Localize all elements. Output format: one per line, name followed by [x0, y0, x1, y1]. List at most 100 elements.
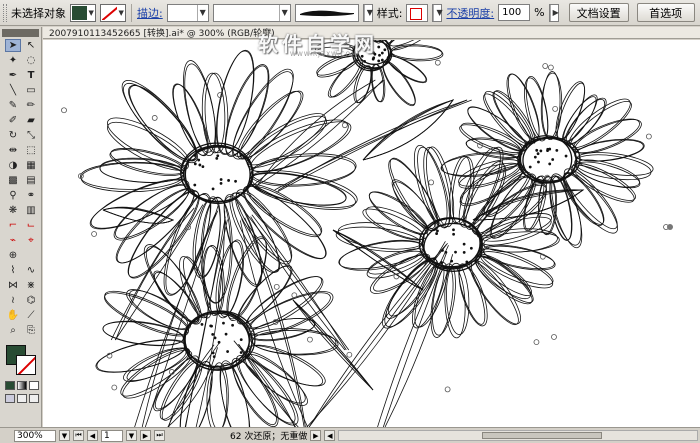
shape-builder-icon[interactable]: ◑	[5, 159, 21, 172]
gradient-mode-icon[interactable]	[17, 381, 27, 390]
column-graph-icon[interactable]: ▥	[23, 204, 39, 217]
knife-icon[interactable]: ⟋	[23, 309, 39, 322]
tool-grid: ➤ ↖ ✦ ◌ ✒ T ╲ ▭ ✎ ✏ ✐ ▰ ↻ ⤡ ⇹ ⬚ ◑ ▦ ▩ ▤ …	[0, 39, 41, 337]
style-dropdown[interactable]: ▼	[432, 3, 443, 22]
preferences-button[interactable]: 首选项	[636, 3, 695, 22]
pucker-icon[interactable]: ⋈	[5, 279, 21, 292]
brush-dropdown[interactable]: ▼	[362, 3, 373, 22]
draw-behind-icon[interactable]	[17, 394, 27, 403]
chevron-down-icon: ▼	[363, 4, 373, 21]
stroke-label[interactable]: 描边:	[137, 5, 163, 21]
status-menu-icon[interactable]: ▶	[310, 430, 322, 441]
gradient-icon[interactable]: ▤	[23, 174, 39, 187]
brush-stroke-icon	[299, 10, 354, 16]
zoom-icon[interactable]: ⌕	[5, 324, 21, 337]
separator	[131, 3, 132, 22]
warp-icon[interactable]: ⌇	[5, 264, 21, 277]
chevron-down-icon: ▼	[433, 4, 443, 21]
draw-inside-icon[interactable]	[29, 394, 39, 403]
magic-wand-icon[interactable]: ✦	[5, 54, 21, 67]
hand-icon[interactable]: ✋	[5, 309, 21, 322]
chevron-right-icon: ▶	[549, 4, 559, 21]
chevron-down-icon: ▼	[118, 8, 124, 17]
slice-icon[interactable]: ⌙	[23, 219, 39, 232]
scallop-icon[interactable]: ≀	[5, 294, 21, 307]
none-mode-icon[interactable]	[29, 381, 39, 390]
document-title: 20079101134526​65 [转换].ai* @ 300% (RGB/轮…	[49, 29, 275, 39]
live-paint-selection-icon[interactable]: ⌖	[23, 234, 39, 247]
draw-mode-row	[0, 394, 41, 403]
blob-brush-icon[interactable]: ✐	[5, 114, 21, 127]
eyedropper-icon[interactable]: ⚲	[5, 189, 21, 202]
chevron-down-icon: ▼	[278, 4, 288, 21]
scale-icon[interactable]: ⤡	[23, 129, 39, 142]
variable-width-select[interactable]: ▼	[212, 3, 291, 22]
style-label: 样式:	[376, 6, 403, 20]
selection-arrow-icon[interactable]: ➤	[5, 39, 21, 52]
paintbrush-icon[interactable]: ✎	[5, 99, 21, 112]
artboard-dropdown-icon[interactable]: ▼	[126, 430, 137, 441]
perspective-grid-icon[interactable]: ▦	[23, 159, 39, 172]
none-swatch-icon	[102, 5, 118, 20]
type-icon[interactable]: T	[23, 69, 39, 82]
direct-selection-icon[interactable]: ↖	[23, 39, 39, 52]
brush-definition-select[interactable]	[294, 3, 359, 22]
document-setup-button[interactable]: 文档设置	[568, 3, 629, 22]
crystallize-icon[interactable]: ⌬	[23, 294, 39, 307]
daisy-outline-artwork	[61, 40, 673, 427]
prev-artboard-icon[interactable]: ◀	[87, 430, 98, 441]
fill-stroke-control[interactable]	[4, 343, 40, 377]
pencil-icon[interactable]: ✏	[23, 99, 39, 112]
scroll-left-icon[interactable]: ◀	[324, 430, 336, 441]
color-mode-row	[0, 381, 41, 390]
eraser-icon[interactable]: ▰	[23, 114, 39, 127]
selection-status-label: 未选择对象	[11, 6, 66, 20]
live-paint-icon[interactable]: ⌁	[5, 234, 21, 247]
pen-icon[interactable]: ✒	[5, 69, 21, 82]
opacity-label[interactable]: 不透明度:	[446, 5, 494, 21]
fill-color-button[interactable]: ▼	[70, 3, 96, 22]
opacity-dropdown[interactable]: ▶	[548, 3, 559, 22]
twirl-icon[interactable]: ∿	[23, 264, 39, 277]
horizontal-scrollbar[interactable]	[338, 430, 698, 441]
artboard-canvas[interactable]	[43, 40, 700, 427]
target-icon[interactable]: ⊕	[5, 249, 21, 262]
chevron-down-icon: ▼	[196, 4, 206, 21]
first-artboard-icon[interactable]: ⏮	[73, 430, 84, 441]
print-tiling-icon[interactable]: ⎘	[23, 324, 39, 337]
tools-panel-header[interactable]	[2, 29, 39, 37]
stroke-color-button[interactable]: ▼	[100, 3, 126, 22]
stroke-weight-select[interactable]: ▼	[166, 3, 209, 22]
line-segment-icon[interactable]: ╲	[5, 84, 21, 97]
control-bar-grip[interactable]	[3, 3, 7, 22]
fill-swatch	[72, 5, 88, 20]
zoom-dropdown-icon[interactable]: ▼	[59, 430, 70, 441]
zoom-field[interactable]: 300%	[14, 429, 56, 442]
control-bar: 未选择对象 ▼ ▼ 描边: ▼ ▼ ▼ 样式: ▼ 不透明度: 100 % ▶ …	[0, 0, 700, 26]
draw-normal-icon[interactable]	[5, 394, 15, 403]
opacity-unit: %	[534, 6, 545, 19]
blend-icon[interactable]: ⚭	[23, 189, 39, 202]
status-bar: 300% ▼ ⏮ ◀ 1 ▼ ▶ ⏭ 62 次还原；无重做 ▶ ◀	[0, 427, 700, 443]
empty-slot	[23, 249, 39, 262]
symbol-sprayer-icon[interactable]: ❋	[5, 204, 21, 217]
rotate-icon[interactable]: ↻	[5, 129, 21, 142]
free-transform-icon[interactable]: ⬚	[23, 144, 39, 157]
color-mode-icon[interactable]	[5, 381, 15, 390]
width-icon[interactable]: ⇹	[5, 144, 21, 157]
chevron-down-icon: ▼	[88, 8, 94, 17]
lasso-icon[interactable]: ◌	[23, 54, 39, 67]
scrollbar-thumb[interactable]	[482, 432, 603, 439]
mesh-icon[interactable]: ▩	[5, 174, 21, 187]
stroke-box[interactable]	[16, 355, 36, 375]
bloat-icon[interactable]: ⋇	[23, 279, 39, 292]
undo-status-text: 62 次还原；无重做	[230, 432, 308, 442]
opacity-input[interactable]: 100	[498, 4, 531, 21]
watermark-url: WWW.RJZXW.COM	[290, 51, 358, 58]
next-artboard-icon[interactable]: ▶	[140, 430, 151, 441]
last-artboard-icon[interactable]: ⏭	[154, 430, 165, 441]
rectangle-icon[interactable]: ▭	[23, 84, 39, 97]
graphic-style-select[interactable]	[406, 3, 429, 22]
artboard-number-field[interactable]: 1	[101, 429, 123, 442]
artboard-icon[interactable]: ⌐	[5, 219, 21, 232]
